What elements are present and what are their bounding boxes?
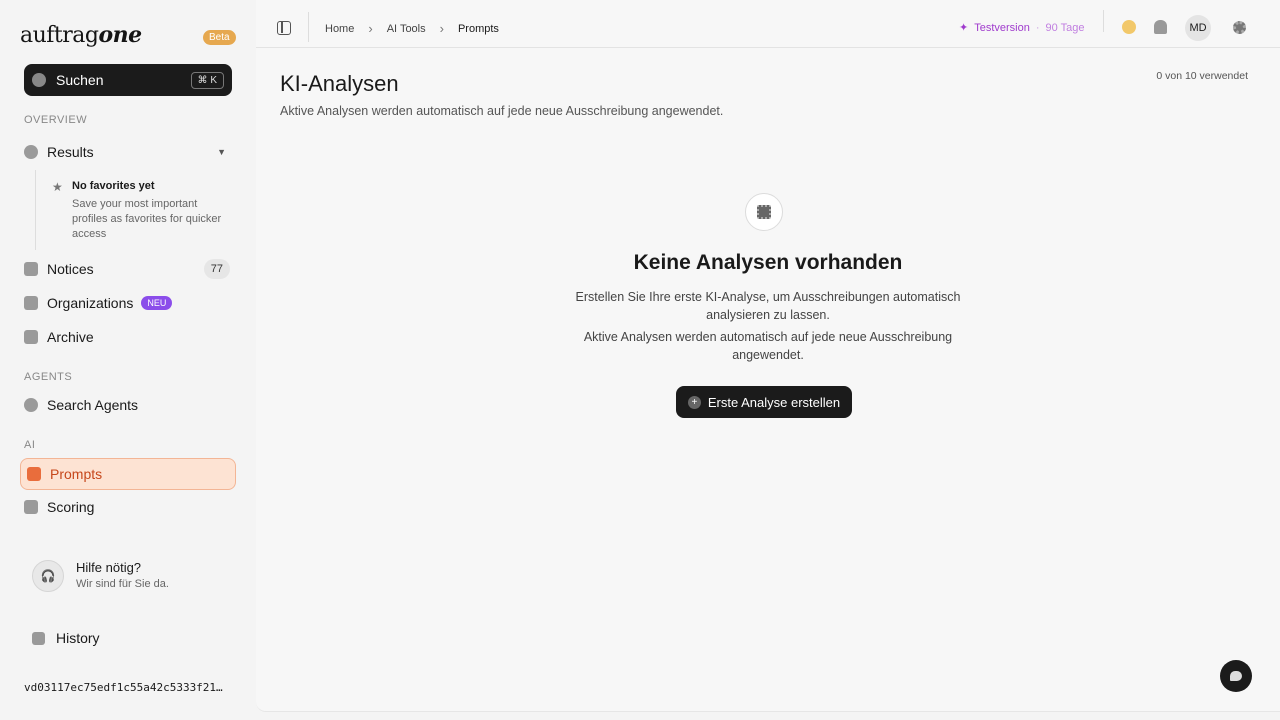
trial-separator: · bbox=[1035, 21, 1040, 34]
sidebar-item-scoring[interactable]: Scoring bbox=[24, 494, 232, 520]
chevron-right-icon: › bbox=[439, 21, 444, 36]
breadcrumb: Home › AI Tools › Prompts bbox=[325, 21, 499, 36]
create-analysis-label: Erste Analyse erstellen bbox=[707, 394, 841, 410]
usage-counter: 0 von 10 verwendet bbox=[1156, 70, 1248, 82]
search-button[interactable]: Suchen ⌘ K bbox=[24, 64, 232, 96]
gear-icon[interactable] bbox=[1233, 21, 1246, 34]
magic-wand-icon: ✦ bbox=[959, 22, 969, 34]
search-icon bbox=[32, 73, 46, 87]
page-title: KI-Analysen bbox=[280, 71, 399, 96]
beta-badge: Beta bbox=[203, 30, 236, 45]
headset-icon: 🎧 bbox=[32, 560, 64, 592]
page-subtitle: Aktive Analysen werden automatisch auf j… bbox=[280, 104, 724, 118]
empty-state-title: Keine Analysen vorhanden bbox=[633, 251, 903, 274]
plus-icon: + bbox=[687, 395, 701, 409]
results-icon bbox=[24, 145, 38, 159]
chevron-down-icon[interactable]: ▼ bbox=[217, 147, 226, 157]
star-icon: ★ bbox=[52, 180, 63, 194]
search-shortcut: ⌘ K bbox=[190, 71, 224, 89]
breadcrumb-ai-tools[interactable]: AI Tools bbox=[387, 23, 426, 35]
history-icon bbox=[32, 631, 45, 645]
sidebar: auftragone Beta Suchen ⌘ K OVERVIEW Resu… bbox=[0, 0, 256, 720]
archive-icon bbox=[24, 330, 38, 344]
favorites-title: No favorites yet bbox=[72, 180, 155, 192]
chat-button[interactable] bbox=[1220, 660, 1252, 692]
create-analysis-button[interactable]: + Erste Analyse erstellen bbox=[676, 386, 852, 418]
sidebar-item-prompts[interactable]: Prompts bbox=[20, 458, 236, 490]
divider bbox=[308, 12, 309, 42]
sidebar-item-results[interactable]: Results ▼ bbox=[24, 139, 232, 165]
trial-badge[interactable]: ✦ Testversion · 90 Tage bbox=[959, 21, 1085, 35]
sidebar-toggle-icon[interactable] bbox=[277, 21, 291, 35]
divider bbox=[1103, 10, 1104, 32]
tree-line bbox=[35, 170, 36, 250]
bell-icon[interactable] bbox=[1154, 20, 1167, 34]
sidebar-item-label: Organizations bbox=[47, 295, 134, 311]
sidebar-item-label: Notices bbox=[47, 261, 94, 277]
help-title: Hilfe nötig? bbox=[76, 560, 142, 575]
sidebar-item-archive[interactable]: Archive bbox=[24, 324, 232, 350]
favorites-desc: Save your most important profiles as fav… bbox=[72, 198, 222, 240]
user-avatar[interactable]: MD bbox=[1185, 15, 1211, 41]
help-subtitle: Wir sind für Sie da. bbox=[76, 578, 169, 590]
breadcrumb-home[interactable]: Home bbox=[325, 23, 354, 35]
new-badge: NEU bbox=[141, 296, 173, 310]
help-card[interactable]: 🎧 Hilfe nötig? Wir sind für Sie da. bbox=[24, 552, 232, 598]
notices-count: 77 bbox=[203, 259, 230, 279]
history-button[interactable]: History bbox=[32, 630, 100, 646]
empty-state-icon bbox=[745, 193, 783, 231]
empty-state-desc: Erstellen Sie Ihre erste KI-Analyse, um … bbox=[575, 290, 961, 322]
sidebar-item-organizations[interactable]: Organizations NEU bbox=[24, 290, 232, 316]
logo-text-b: one bbox=[98, 22, 142, 48]
section-ai: AI bbox=[24, 439, 36, 451]
section-agents: AGENTS bbox=[24, 371, 73, 383]
sun-icon[interactable] bbox=[1122, 20, 1136, 34]
sidebar-item-label: Scoring bbox=[47, 499, 95, 515]
search-label: Suchen bbox=[56, 72, 104, 88]
chip-icon bbox=[757, 205, 771, 219]
app-logo[interactable]: auftragone bbox=[20, 22, 142, 48]
building-icon bbox=[24, 296, 38, 310]
breadcrumb-current: Prompts bbox=[457, 22, 499, 35]
agent-icon bbox=[24, 398, 38, 412]
history-label: History bbox=[56, 630, 100, 646]
section-overview: OVERVIEW bbox=[24, 114, 88, 126]
topbar: Home › AI Tools › Prompts ✦ Testversion … bbox=[256, 0, 1280, 48]
trial-days: 90 Tage bbox=[1045, 21, 1085, 34]
sidebar-item-notices[interactable]: Notices 77 bbox=[24, 256, 232, 282]
notices-icon bbox=[24, 262, 38, 276]
build-hash: vd03117ec75edf1c55a42c5333f21… bbox=[24, 681, 223, 694]
logo-text-a: auftrag bbox=[20, 23, 99, 48]
sidebar-item-label: Results bbox=[47, 144, 94, 160]
trial-label: Testversion bbox=[974, 21, 1030, 34]
chip-icon bbox=[27, 467, 41, 481]
sidebar-item-label: Search Agents bbox=[47, 397, 139, 413]
scoring-icon bbox=[24, 500, 38, 514]
sidebar-item-label: Prompts bbox=[50, 466, 103, 482]
chat-icon bbox=[1230, 671, 1242, 681]
sidebar-item-search-agents[interactable]: Search Agents bbox=[24, 392, 232, 418]
empty-state-desc-2: Aktive Analysen werden automatisch auf j… bbox=[583, 330, 953, 362]
chevron-right-icon: › bbox=[368, 21, 373, 36]
sidebar-item-label: Archive bbox=[47, 329, 94, 345]
main-content: Home › AI Tools › Prompts ✦ Testversion … bbox=[256, 0, 1280, 712]
